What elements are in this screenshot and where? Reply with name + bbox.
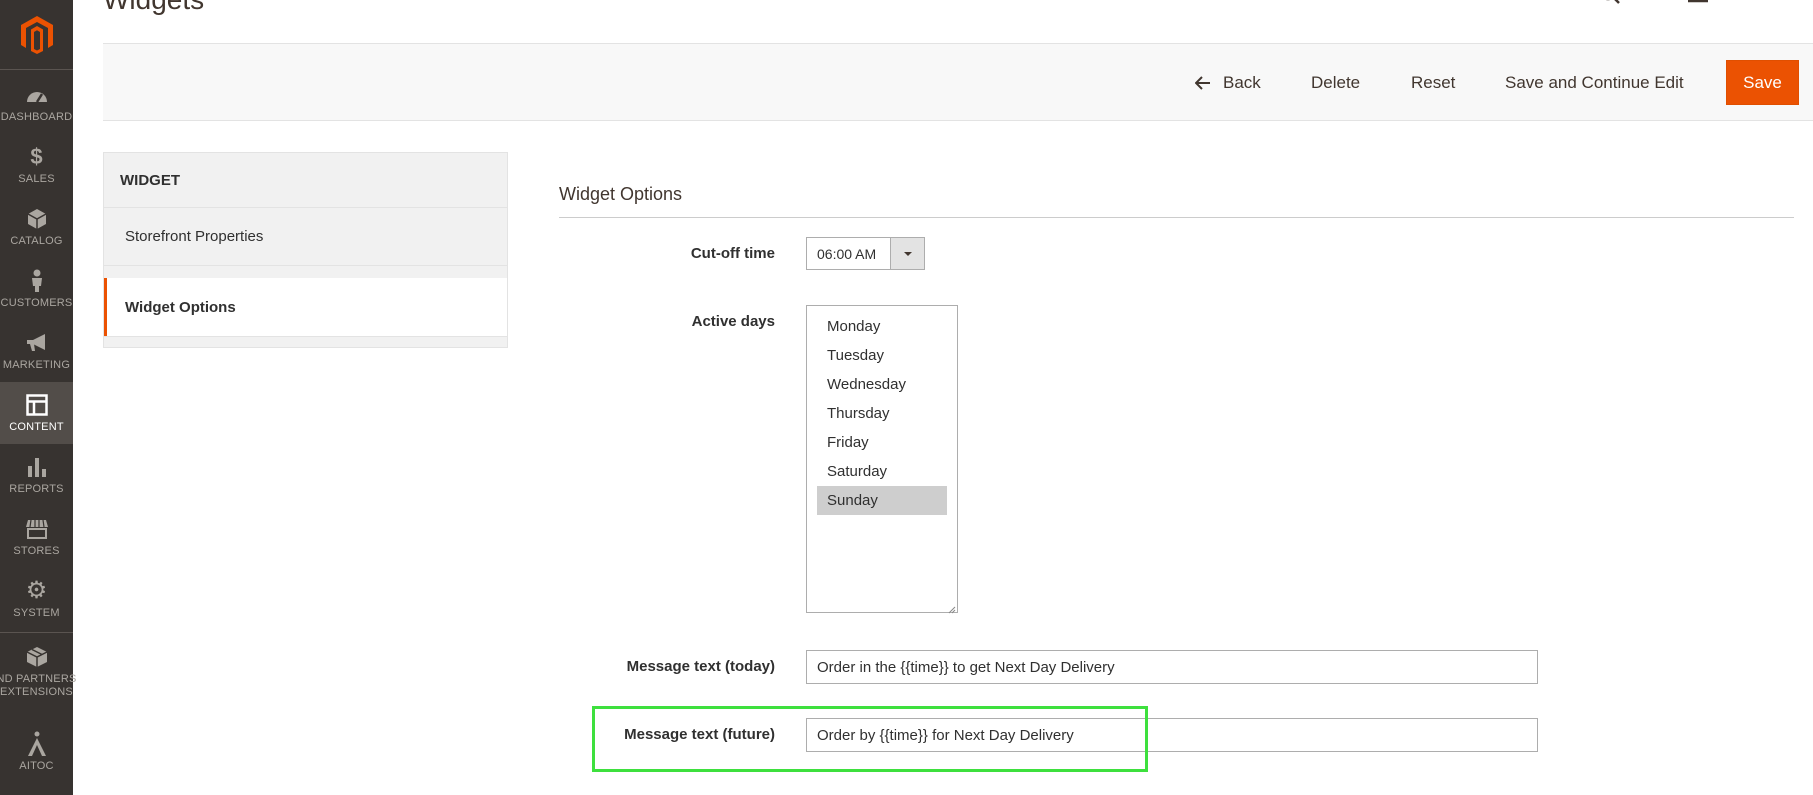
sidebar-item-label: CUSTOMERS xyxy=(0,296,73,309)
day-option-sunday[interactable]: Sunday xyxy=(817,486,947,515)
message-today-label: Message text (today) xyxy=(626,658,775,675)
reset-button-label: Reset xyxy=(1411,73,1456,92)
widget-tabs-panel: WIDGET Storefront Properties Widget Opti… xyxy=(103,152,508,348)
sidebar-item-content[interactable]: CONTENT xyxy=(0,382,73,444)
save-button-label: Save xyxy=(1743,72,1782,92)
notifications-bell-icon[interactable] xyxy=(1636,0,1662,4)
tab-widget-options[interactable]: Widget Options xyxy=(104,278,507,336)
sidebar-item-reports[interactable]: REPORTS xyxy=(0,444,73,506)
megaphone-icon xyxy=(25,331,49,355)
tab-storefront-properties[interactable]: Storefront Properties xyxy=(104,208,507,266)
sidebar-item-extensions[interactable]: ND PARTNERS EXTENSIONS xyxy=(0,636,76,708)
day-option-monday[interactable]: Monday xyxy=(817,312,947,341)
sidebar-item-label: CATALOG xyxy=(10,234,63,247)
sidebar-item-label: STORES xyxy=(13,544,60,557)
sidebar-item-label: SALES xyxy=(18,172,55,185)
aitoc-icon xyxy=(25,731,49,756)
bar-chart-icon xyxy=(25,455,49,479)
layout-icon xyxy=(25,393,49,417)
delete-button[interactable]: Delete xyxy=(1311,44,1360,122)
arrow-left-icon xyxy=(1195,76,1211,90)
user-account-icon[interactable] xyxy=(1688,0,1708,4)
day-option-tuesday[interactable]: Tuesday xyxy=(817,341,947,370)
sidebar-item-stores[interactable]: STORES xyxy=(0,506,73,568)
save-and-continue-button-label: Save and Continue Edit xyxy=(1505,73,1684,92)
back-button[interactable]: Back xyxy=(1195,44,1261,122)
sidebar-item-label: MARKETING xyxy=(2,358,71,371)
page-title: Widgets xyxy=(103,0,204,16)
sidebar-item-label: SYSTEM xyxy=(13,606,60,619)
sidebar-item-label: DASHBOARD xyxy=(0,110,73,123)
day-option-friday[interactable]: Friday xyxy=(817,428,947,457)
gear-icon: ⚙ xyxy=(25,577,48,604)
sidebar-item-dashboard[interactable]: DASHBOARD xyxy=(0,72,73,134)
magento-logo-icon[interactable] xyxy=(0,0,73,70)
sidebar-item-sales[interactable]: $ SALES xyxy=(0,134,73,196)
reset-button[interactable]: Reset xyxy=(1411,44,1455,122)
sidebar-item-label: AITOC xyxy=(19,759,54,772)
storefront-icon xyxy=(25,517,49,541)
sidebar-item-catalog[interactable]: CATALOG xyxy=(0,196,73,258)
resize-grip-icon[interactable] xyxy=(946,601,956,614)
tab-label: Storefront Properties xyxy=(125,228,264,245)
page-actions-bar: Back Delete Reset Save and Continue Edit xyxy=(103,43,1813,121)
sidebar-divider xyxy=(0,632,73,633)
search-icon[interactable] xyxy=(1600,0,1622,4)
dollar-icon: $ xyxy=(30,143,43,169)
sidebar-item-label: ND PARTNERS EXTENSIONS xyxy=(0,673,77,698)
message-today-input[interactable] xyxy=(806,650,1538,684)
box-icon xyxy=(25,645,49,669)
panel-title: WIDGET xyxy=(104,153,507,208)
save-button[interactable]: Save xyxy=(1726,60,1799,105)
sidebar-item-aitoc[interactable]: AITOC xyxy=(0,716,73,788)
day-option-thursday[interactable]: Thursday xyxy=(817,399,947,428)
active-days-label: Active days xyxy=(691,313,775,330)
sidebar-item-marketing[interactable]: MARKETING xyxy=(0,320,73,382)
section-title: Widget Options xyxy=(559,184,683,204)
back-button-label: Back xyxy=(1223,73,1261,92)
chevron-down-icon[interactable] xyxy=(890,238,924,269)
cutoff-time-select[interactable]: 06:00 AM xyxy=(806,237,925,270)
section-divider xyxy=(559,217,1794,218)
panel-footer xyxy=(104,336,507,347)
admin-sidebar: DASHBOARD $ SALES CATALOG CUSTOMERS MARK… xyxy=(0,0,76,795)
cutoff-time-value: 06:00 AM xyxy=(817,245,877,262)
cutoff-time-label: Cut-off time xyxy=(690,245,775,262)
tab-label: Widget Options xyxy=(125,298,236,316)
day-option-saturday[interactable]: Saturday xyxy=(817,457,947,486)
sidebar-item-label: CONTENT xyxy=(9,420,64,433)
active-days-multiselect[interactable]: Monday Tuesday Wednesday Thursday Friday… xyxy=(806,305,958,614)
sidebar-item-system[interactable]: ⚙ SYSTEM xyxy=(0,568,73,630)
highlight-annotation xyxy=(592,706,1148,772)
person-icon xyxy=(25,269,49,293)
delete-button-label: Delete xyxy=(1311,73,1361,92)
day-option-wednesday[interactable]: Wednesday xyxy=(817,370,947,399)
cube-icon xyxy=(25,207,49,231)
sidebar-item-customers[interactable]: CUSTOMERS xyxy=(0,258,73,320)
save-and-continue-button[interactable]: Save and Continue Edit xyxy=(1505,44,1684,122)
sidebar-item-label: REPORTS xyxy=(9,482,64,495)
speedometer-icon xyxy=(25,83,49,107)
